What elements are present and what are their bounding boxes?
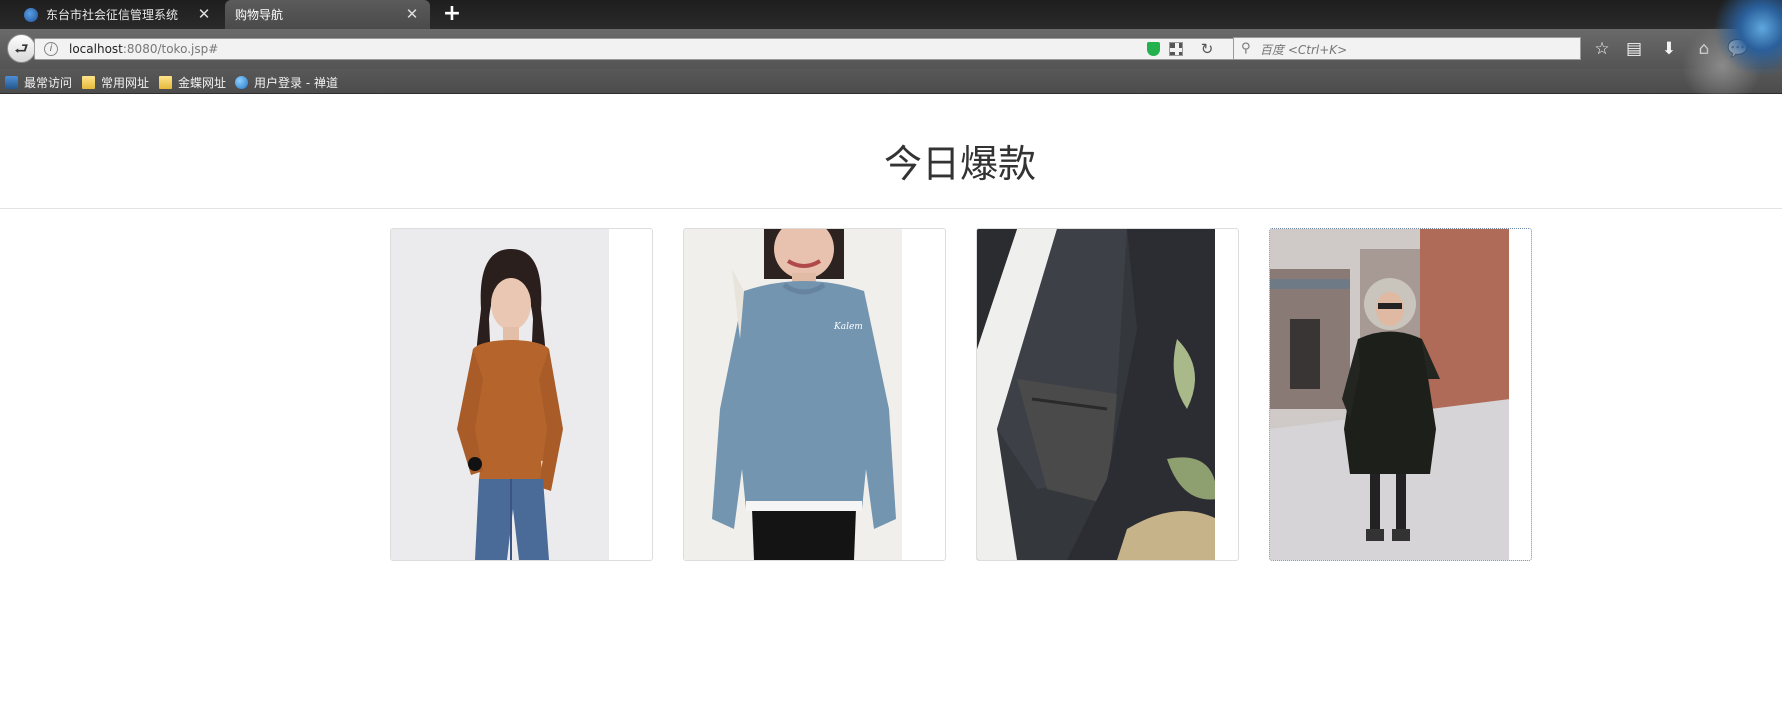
url-path: :8080/toko.jsp# <box>122 42 219 56</box>
navigation-bar: ⮐ i localhost:8080/toko.jsp# ↻ ⚲ 百度 <Ctr… <box>0 29 1782 69</box>
product-image[interactable] <box>977 229 1217 560</box>
download-icon[interactable]: ⬇ <box>1658 38 1680 60</box>
url-host: localhost <box>69 42 123 56</box>
bookmark-kingdee-sites[interactable]: 金蝶网址 <box>159 73 226 91</box>
product-card-2[interactable]: Kalem <box>683 228 946 561</box>
page-title: 今日爆款 <box>883 142 1036 186</box>
qr-code-icon[interactable] <box>1169 42 1183 56</box>
bookmark-label: 金蝶网址 <box>178 75 227 90</box>
folder-icon <box>159 75 172 89</box>
bookmark-common-sites[interactable]: 常用网址 <box>82 73 149 91</box>
url-text[interactable]: localhost:8080/toko.jsp# <box>69 42 218 56</box>
svg-text:Kalem: Kalem <box>833 322 863 332</box>
bookmark-label: 常用网址 <box>101 75 150 90</box>
new-tab-button[interactable]: + <box>441 3 463 25</box>
back-button[interactable]: ⮐ <box>7 34 36 63</box>
product-card-4[interactable] <box>1269 228 1532 561</box>
close-icon[interactable]: ✕ <box>196 6 212 22</box>
recent-icon <box>5 75 18 89</box>
product-grid: Kalem <box>390 228 1532 561</box>
product-image[interactable]: Kalem <box>684 229 924 560</box>
reading-list-icon[interactable]: ▤ <box>1623 38 1645 60</box>
site-favicon-icon <box>24 8 38 22</box>
search-placeholder: 百度 <Ctrl+K> <box>1260 43 1348 57</box>
folder-icon <box>82 75 95 89</box>
tab-label: 东台市社会征信管理系统 <box>46 8 179 22</box>
search-icon: ⚲ <box>1241 41 1251 56</box>
bookmark-label: 最常访问 <box>24 75 73 90</box>
browser-chrome: 东台市社会征信管理系统 ✕ 购物导航 ✕ + ⮐ i localhost:808… <box>0 0 1782 94</box>
bookmark-zentao-login[interactable]: 用户登录 - 禅道 <box>235 73 338 91</box>
reload-icon[interactable]: ↻ <box>1198 40 1216 58</box>
shield-icon[interactable] <box>1147 42 1160 56</box>
product-card-3[interactable] <box>976 228 1239 561</box>
search-input[interactable]: ⚲ 百度 <Ctrl+K> <box>1233 37 1581 60</box>
close-icon[interactable]: ✕ <box>404 6 420 22</box>
product-card-1[interactable] <box>390 228 653 561</box>
info-icon[interactable]: i <box>44 42 58 56</box>
product-image[interactable] <box>391 229 631 560</box>
tab-bar: 东台市社会征信管理系统 ✕ 购物导航 ✕ + <box>0 0 1782 29</box>
address-bar[interactable]: i localhost:8080/toko.jsp# ↻ <box>34 38 1242 60</box>
bookmark-label: 用户登录 - 禅道 <box>254 75 338 90</box>
theme-decoration <box>1682 0 1782 94</box>
bookmarks-toolbar: 最常访问 常用网址 金蝶网址 用户登录 - 禅道 <box>0 69 1782 94</box>
bookmark-most-visited[interactable]: 最常访问 <box>5 73 72 91</box>
bookmark-star-icon[interactable]: ☆ <box>1591 38 1613 60</box>
product-image[interactable] <box>1270 229 1510 560</box>
tab-shopping-nav[interactable]: 购物导航 ✕ <box>225 0 430 29</box>
title-divider <box>0 208 1782 209</box>
tab-credit-system[interactable]: 东台市社会征信管理系统 ✕ <box>0 0 222 29</box>
tab-label: 购物导航 <box>235 8 284 22</box>
globe-icon <box>235 75 248 89</box>
